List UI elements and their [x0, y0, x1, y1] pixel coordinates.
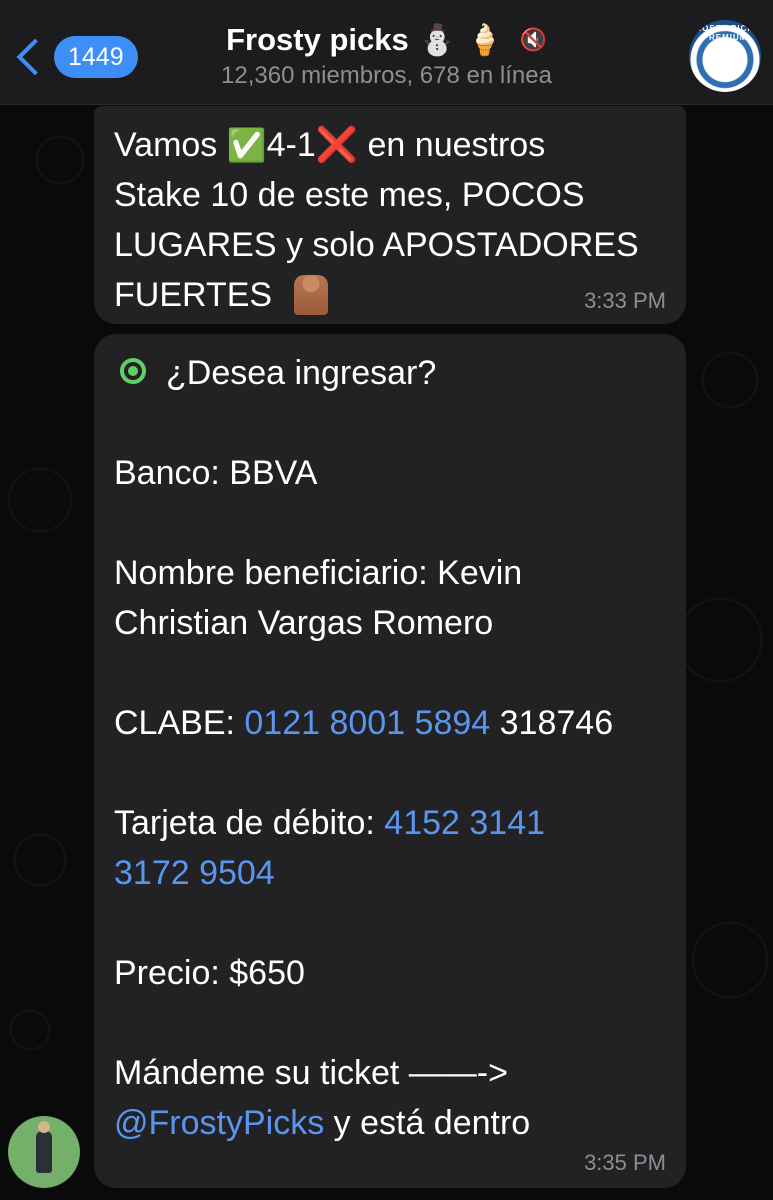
muted-icon: 🔇 [519, 27, 547, 52]
message-time: 3:35 PM [584, 1150, 666, 1175]
green-circle-icon [120, 358, 146, 385]
check-mark-emoji: ✅ [226, 127, 267, 163]
snowman-logo-icon: ☃ [712, 40, 738, 72]
ice-cream-emoji: 🍦 [466, 23, 504, 57]
sender-avatar[interactable] [8, 1116, 80, 1188]
message-time: 3:33 PM [584, 288, 666, 313]
chat-header: 1449 Frosty picks ⛄ 🍦 🔇 12,360 miembros,… [0, 0, 773, 105]
message-bubble[interactable]: ¿Desea ingresar? Banco: BBVA Nombre bene… [94, 334, 686, 1188]
channel-avatar[interactable]: FROSTY PICKS PREMIUM ☃ [689, 20, 761, 92]
mention-link[interactable]: @FrostyPicks [114, 1104, 324, 1142]
person-figure-icon [36, 1121, 52, 1173]
member-count-status: 12,360 miembros, 678 en línea [221, 62, 552, 89]
avatar-logo-text: FROSTY PICKS PREMIUM [689, 24, 761, 42]
cross-mark-emoji: ❌ [315, 126, 359, 164]
message-bubble[interactable]: Vamos ✅4-1❌ en nuestros Stake 10 de este… [94, 106, 686, 324]
chat-title-area[interactable]: Frosty picks ⛄ 🍦 🔇 12,360 miembros, 678 … [0, 22, 773, 90]
chat-title: Frosty picks [226, 22, 409, 57]
message-text: ¿Desea ingresar? Banco: BBVA Nombre bene… [114, 354, 614, 1142]
clabe-number-link[interactable]: 0121 8001 5894 [244, 704, 490, 742]
snowman-emoji: ⛄ [418, 23, 457, 57]
man-emoji [294, 275, 329, 316]
